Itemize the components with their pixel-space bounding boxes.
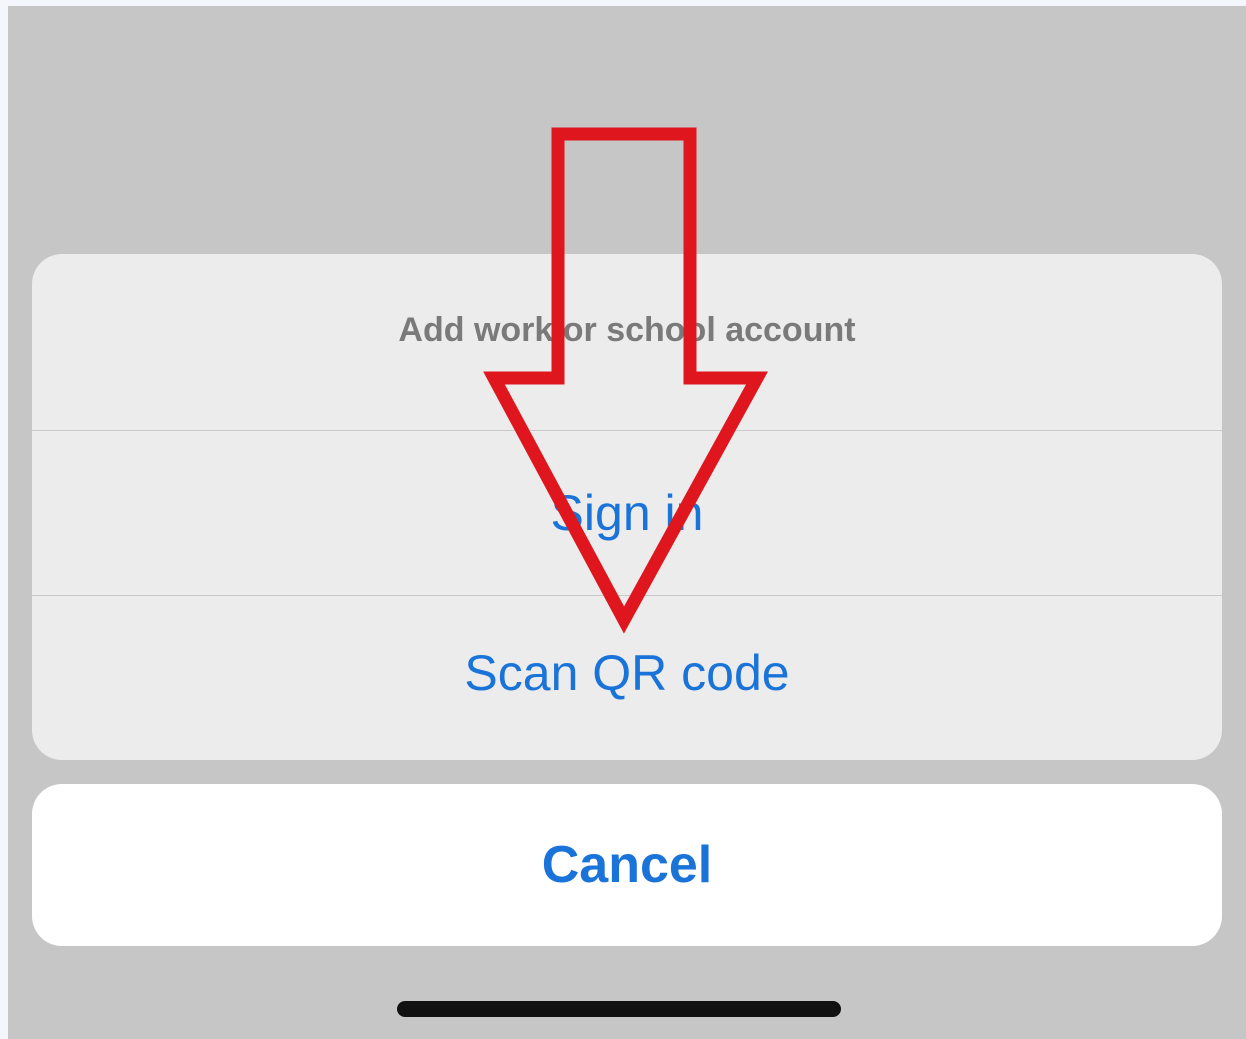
home-indicator[interactable] (397, 1001, 841, 1017)
dimmed-screen-background: Add work or school account Sign in Scan … (8, 6, 1246, 1039)
sign-in-button[interactable]: Sign in (32, 431, 1222, 595)
action-sheet-title: Add work or school account (398, 310, 856, 349)
cancel-button[interactable]: Cancel (32, 784, 1222, 946)
action-sheet-group: Add work or school account Sign in Scan … (32, 254, 1222, 760)
scan-qr-code-button[interactable]: Scan QR code (32, 596, 1222, 760)
